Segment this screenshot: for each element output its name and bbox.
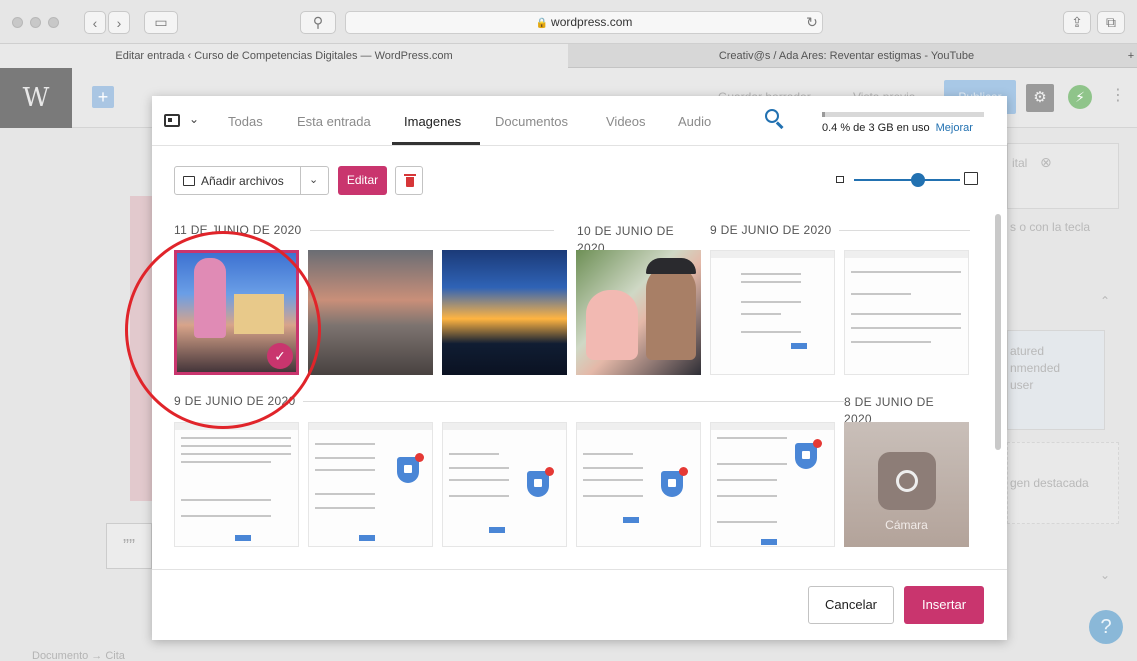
editor-content-strip [130,196,152,501]
minimize-window-icon[interactable] [30,17,41,28]
reload-icon[interactable]: ↻ [802,11,822,34]
media-item[interactable] [174,422,299,547]
tab-todas[interactable]: Todas [228,114,263,129]
tabs-overview-icon[interactable]: ⧉ [1097,11,1125,34]
wordpress-logo-icon[interactable]: W [0,68,72,128]
tab-documentos[interactable]: Documentos [495,114,568,129]
chevron-down-icon[interactable]: ⌄ [309,173,318,186]
sidebar-featured-line-1: atured [1010,344,1045,358]
media-item[interactable] [710,250,835,375]
search-icon[interactable] [765,109,787,131]
date-group-heading: 11 DE JUNIO DE 2020 [174,223,310,237]
zoom-slider[interactable] [854,179,960,181]
tab-wordpress[interactable]: Editar entrada ‹ Curso de Competencias D… [0,44,568,68]
storage-bar [822,112,984,117]
close-window-icon[interactable] [12,17,23,28]
block-breadcrumb: Documento → Cita [32,650,125,661]
browser-toolbar: ‹ › ▭ ⚲ 🔒 wordpress.com ↻ ⇪ ⧉ [0,0,1137,44]
remove-tag-icon[interactable]: ⊗ [1040,154,1052,171]
check-icon[interactable]: ✓ [267,343,293,369]
back-icon[interactable]: ‹ [84,11,106,34]
media-item[interactable] [710,422,835,547]
zoom-small-icon [836,176,844,183]
chevron-down-icon[interactable]: ⌄ [189,112,199,126]
sidebar-tags-box [1007,143,1119,209]
tab-esta-entrada[interactable]: Esta entrada [297,114,371,129]
url-text: wordpress.com [551,15,633,29]
media-item[interactable] [844,250,969,375]
storage-bar-fill [822,112,826,117]
help-icon[interactable]: ? [1089,610,1123,644]
add-files-button[interactable]: Añadir archivos ⌄ [174,166,329,195]
media-item[interactable] [576,422,701,547]
zoom-slider-handle[interactable] [910,173,925,187]
storage-usage: 0.4 % de 3 GB en uso Mejorar [822,122,973,134]
more-options-icon[interactable]: ⋮ [1110,85,1126,105]
tab-youtube[interactable]: Creativ@s / Ada Ares: Reventar estigmas … [568,44,1125,68]
media-footer: Cancelar Insertar [152,569,1007,640]
filter-icon[interactable] [164,114,180,127]
media-item[interactable]: Cámara [844,422,969,547]
zoom-window-icon[interactable] [48,17,59,28]
media-item[interactable] [308,250,433,375]
media-item[interactable] [442,250,567,375]
address-bar[interactable]: 🔒 wordpress.com [345,11,823,34]
camera-label: Cámara [885,518,928,532]
date-group-heading: 9 DE JUNIO DE 2020 [174,394,304,408]
upload-icon [183,176,195,186]
media-item[interactable] [576,250,701,375]
zoom-large-icon [964,172,978,185]
storage-text: 0.4 % de 3 GB en uso [822,122,930,134]
share-icon[interactable]: ⇪ [1063,11,1091,34]
upgrade-link[interactable]: Mejorar [936,122,973,134]
tab-bar: Editar entrada ‹ Curso de Competencias D… [0,44,1137,68]
add-block-button[interactable]: + [92,86,114,108]
featured-image-label: gen destacada [1010,476,1089,490]
sidebar-toggle-icon[interactable]: ▭ [144,11,178,34]
cancel-button[interactable]: Cancelar [808,586,894,624]
trash-icon [404,174,416,176]
media-grid: 11 DE JUNIO DE 2020 10 DE JUNIO DE 2020 … [152,214,992,564]
media-item[interactable] [308,422,433,547]
add-files-label: Añadir archivos [201,174,284,188]
chevron-down-icon[interactable]: ⌄ [1100,568,1110,582]
media-item[interactable] [442,422,567,547]
active-tab-indicator [392,142,480,145]
insert-button[interactable]: Insertar [904,586,984,624]
media-grid-scrollbar[interactable] [995,214,1001,450]
quote-block-icon[interactable]: ”” [106,523,152,569]
sidebar-featured-line-3: user [1010,378,1034,392]
delete-button[interactable] [395,166,423,195]
sidebar-tag: ital [1012,156,1028,170]
forward-icon[interactable]: › [108,11,130,34]
media-library-modal: ⌄ Todas Esta entrada Imagenes Documentos… [152,96,1007,640]
lock-icon: 🔒 [535,18,549,29]
search-icon[interactable]: ⚲ [300,11,336,34]
jetpack-icon[interactable]: ⚡ [1068,85,1092,109]
date-group-heading: 9 DE JUNIO DE 2020 [710,223,840,237]
media-item[interactable]: ✓ [174,250,299,375]
media-header: ⌄ Todas Esta entrada Imagenes Documentos… [152,96,1007,146]
edit-button[interactable]: Editar [338,166,387,195]
new-tab-icon[interactable]: + [1125,44,1137,68]
chevron-up-icon[interactable]: ⌃ [1100,294,1110,308]
gear-icon[interactable]: ⚙ [1026,84,1054,112]
sidebar-featured-line-2: nmended [1010,361,1061,375]
sidebar-hint: s o con la tecla [1010,220,1091,234]
tab-videos[interactable]: Videos [606,114,646,129]
tab-imagenes[interactable]: Imagenes [404,114,461,129]
tab-audio[interactable]: Audio [678,114,711,129]
